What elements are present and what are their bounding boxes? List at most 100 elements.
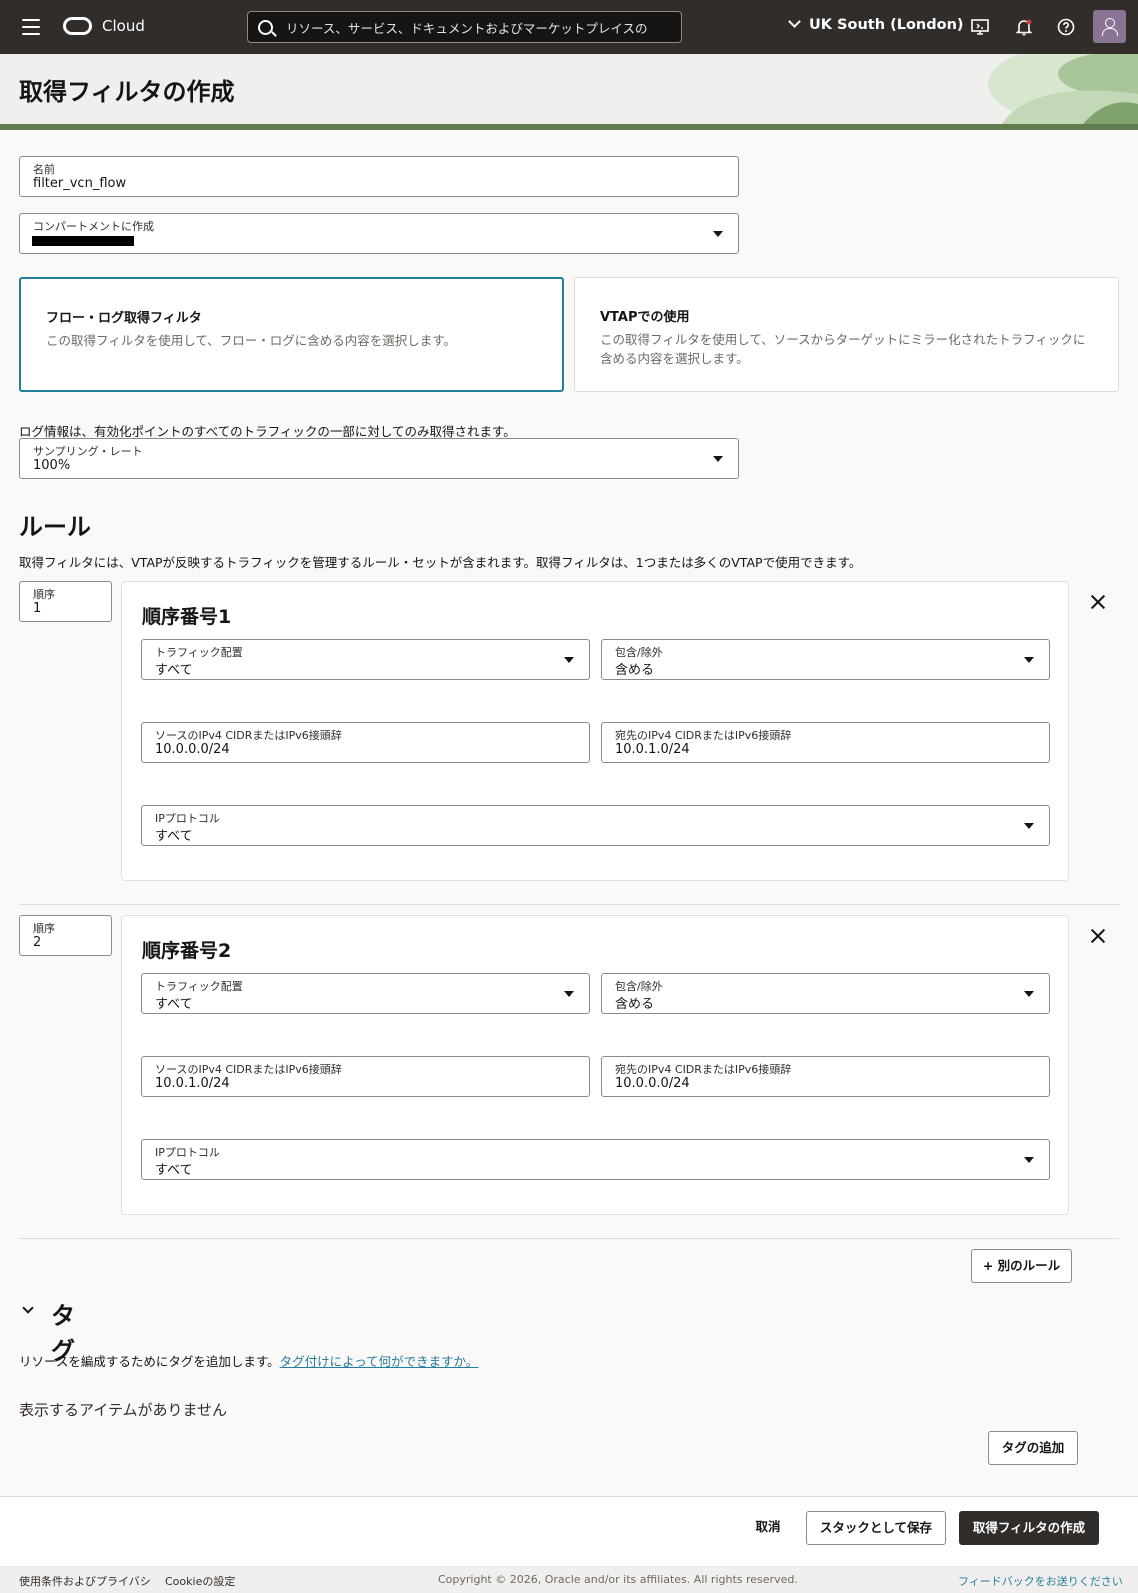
destination-cidr-value[interactable]: 10.0.1.0/24 [615,742,690,757]
ip-protocol-value: すべて [155,829,193,844]
ip-protocol-value: すべて [155,1163,193,1178]
tags-help-link[interactable]: タグ付けによって何ができますか。 [280,1354,479,1369]
rule-order-field[interactable]: 順序 1 [19,581,112,622]
compartment-redacted-value [32,236,134,246]
sampling-rate-label: サンプリング・レート [33,445,143,458]
caret-down-icon [713,231,723,237]
rule-title: 順序番号2 [142,940,232,962]
rules-heading: ルール [19,513,91,541]
source-cidr-value[interactable]: 10.0.1.0/24 [155,1076,230,1091]
save-as-stack-button[interactable]: スタックとして保存 [806,1511,946,1545]
order-value[interactable]: 2 [33,935,41,950]
terms-privacy-link[interactable]: 使用条件およびプライバシ [19,1573,151,1589]
traffic-direction-label: トラフィック配置 [155,980,243,993]
ip-protocol-select[interactable]: IPプロトコル すべて [141,1139,1050,1180]
remove-rule-close-icon[interactable] [1090,928,1106,944]
source-cidr-value[interactable]: 10.0.0.0/24 [155,742,230,757]
create-capture-filter-button[interactable]: 取得フィルタの作成 [959,1511,1099,1545]
source-cidr-field[interactable]: ソースのIPv4 CIDRまたはIPv6接頭辞 10.0.0.0/24 [141,722,590,763]
order-label: 順序 [33,588,55,601]
include-exclude-select[interactable]: 包含/除外 含める [601,639,1050,680]
top-navigation-bar: Cloud UK South (London) [0,0,1138,54]
rule-card: 順序番号1 トラフィック配置 すべて 包含/除外 含める ソースのIPv4 CI… [121,581,1069,881]
feedback-link[interactable]: フィードバックをお送りください [958,1573,1123,1589]
source-cidr-label: ソースのIPv4 CIDRまたはIPv6接頭辞 [155,1063,342,1076]
caret-down-icon [1024,823,1034,829]
name-label: 名前 [33,163,55,176]
include-exclude-label: 包含/除外 [615,646,663,659]
destination-cidr-field[interactable]: 宛先のIPv4 CIDRまたはIPv6接頭辞 10.0.0.0/24 [601,1056,1050,1097]
brand-label[interactable]: Cloud [102,17,145,35]
add-rule-button[interactable]: + 別のルール [971,1249,1072,1283]
traffic-direction-label: トラフィック配置 [155,646,243,659]
order-label: 順序 [33,922,55,935]
caret-down-icon [1024,991,1034,997]
developer-tools-icon[interactable] [970,17,990,37]
caret-down-icon [713,456,723,462]
rule-card: 順序番号2 トラフィック配置 すべて 包含/除外 含める ソースのIPv4 CI… [121,915,1069,1215]
help-icon[interactable] [1056,17,1076,37]
menu-icon[interactable] [22,19,40,35]
include-exclude-select[interactable]: 包含/除外 含める [601,973,1050,1014]
region-selector[interactable]: UK South (London) [788,15,964,37]
ip-protocol-label: IPプロトコル [155,812,220,825]
ip-protocol-label: IPプロトコル [155,1146,220,1159]
filter-type-title: VTAPでの使用 [600,310,690,325]
search-input[interactable] [286,18,676,38]
traffic-direction-select[interactable]: トラフィック配置 すべて [141,639,590,680]
traffic-direction-value: すべて [155,663,193,678]
add-tag-button[interactable]: タグの追加 [988,1431,1078,1465]
search-icon [258,20,273,35]
decorative-strip [0,124,1138,130]
filter-type-description: この取得フィルタを使用して、フロー・ログに含める内容を選択します。 [46,333,457,348]
filter-type-title: フロー・ログ取得フィルタ [46,311,202,326]
search-box[interactable] [247,11,682,43]
rule-divider [19,1238,1119,1239]
caret-down-icon [564,991,574,997]
destination-cidr-value[interactable]: 10.0.0.0/24 [615,1076,690,1091]
include-exclude-label: 包含/除外 [615,980,663,993]
copyright-text: Copyright © 2026, Oracle and/or its affi… [438,1573,798,1586]
name-field[interactable]: 名前 filter_vcn_flow [19,156,739,197]
caret-down-icon [564,657,574,663]
order-value[interactable]: 1 [33,601,41,616]
compartment-label: コンパートメントに作成 [33,220,154,233]
filter-type-description: この取得フィルタを使用して、ソースからターゲットにミラー化されたトラフィックに含… [600,332,1086,366]
decorative-leaf-illustration [988,54,1138,130]
compartment-select[interactable]: コンパートメントに作成 [19,213,739,254]
cookie-settings-link[interactable]: Cookieの設定 [165,1573,235,1589]
include-exclude-value: 含める [615,663,655,678]
remove-rule-close-icon[interactable] [1090,594,1106,610]
traffic-direction-value: すべて [155,997,193,1012]
ip-protocol-select[interactable]: IPプロトコル すべて [141,805,1050,846]
rules-description: 取得フィルタには、VTAPが反映するトラフィックを管理するルール・セットが含まれ… [19,555,862,570]
oracle-logo-icon[interactable] [63,17,92,35]
cancel-button[interactable]: 取消 [739,1511,797,1545]
source-cidr-field[interactable]: ソースのIPv4 CIDRまたはIPv6接頭辞 10.0.1.0/24 [141,1056,590,1097]
rule-divider [19,904,1119,905]
user-avatar-icon[interactable] [1093,10,1126,43]
name-value[interactable]: filter_vcn_flow [33,176,126,191]
include-exclude-value: 含める [615,997,655,1012]
filter-type-card-flow-log[interactable]: フロー・ログ取得フィルタ この取得フィルタを使用して、フロー・ログに含める内容を… [19,277,564,392]
traffic-direction-select[interactable]: トラフィック配置 すべて [141,973,590,1014]
source-cidr-label: ソースのIPv4 CIDRまたはIPv6接頭辞 [155,729,342,742]
destination-cidr-label: 宛先のIPv4 CIDRまたはIPv6接頭辞 [615,1063,792,1076]
rule-order-field[interactable]: 順序 2 [19,915,112,956]
chevron-down-icon [788,15,801,28]
page-title: 取得フィルタの作成 [19,78,235,106]
caret-down-icon [1024,1157,1034,1163]
rule-title: 順序番号1 [142,606,232,628]
tags-description-line: リソースを編成するためにタグを追加します。タグ付けによって何ができますか。 [19,1351,478,1370]
bell-icon[interactable] [1014,17,1034,37]
page-footer: 使用条件およびプライバシ Cookieの設定 Copyright © 2026,… [0,1566,1138,1593]
chevron-down-icon [22,1302,34,1314]
tags-empty-message: 表示するアイテムがありません [19,1401,228,1419]
tags-description: リソースを編成するためにタグを追加します。 [19,1354,280,1369]
destination-cidr-label: 宛先のIPv4 CIDRまたはIPv6接頭辞 [615,729,792,742]
destination-cidr-field[interactable]: 宛先のIPv4 CIDRまたはIPv6接頭辞 10.0.1.0/24 [601,722,1050,763]
sampling-rate-value: 100% [33,458,71,473]
filter-type-card-vtap[interactable]: VTAPでの使用 この取得フィルタを使用して、ソースからターゲットにミラー化され… [574,277,1119,392]
page-header-banner: 取得フィルタの作成 [0,54,1138,130]
sampling-rate-select[interactable]: サンプリング・レート 100% [19,438,739,479]
